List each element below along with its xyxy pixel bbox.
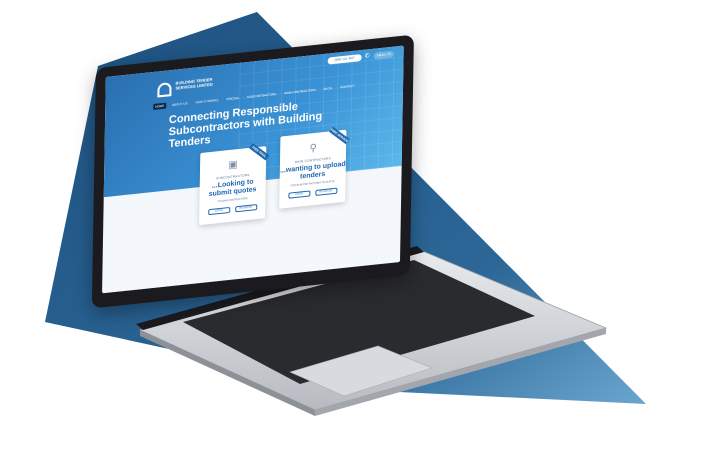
phone-icon: ✆ bbox=[364, 53, 370, 60]
logo-icon[interactable] bbox=[157, 82, 172, 98]
brand-name: BUILDING TENDER SERVICES LIMITED bbox=[175, 76, 213, 91]
website-screenshot: BUILDING TENDER SERVICES LIMITED 0800 12… bbox=[102, 45, 404, 294]
login-button[interactable]: LOGIN bbox=[287, 190, 310, 199]
subcontractor-card[interactable]: FREE TRIAL ▣ SUBCONTRACTORS ...Looking t… bbox=[199, 143, 270, 226]
main-contractor-card[interactable]: FREE SERVICE ⚲ MAIN CONTRACTORS ...wanti… bbox=[279, 126, 350, 209]
email-button[interactable]: EMAIL US bbox=[373, 50, 394, 60]
phone-pill[interactable]: 0800 123 4567 bbox=[327, 54, 362, 65]
register-button[interactable]: REGISTER bbox=[314, 187, 337, 196]
laptop-screen: BUILDING TENDER SERVICES LIMITED 0800 12… bbox=[91, 34, 414, 309]
login-button[interactable]: LOGIN bbox=[207, 206, 230, 216]
register-button[interactable]: REGISTER bbox=[234, 204, 257, 213]
